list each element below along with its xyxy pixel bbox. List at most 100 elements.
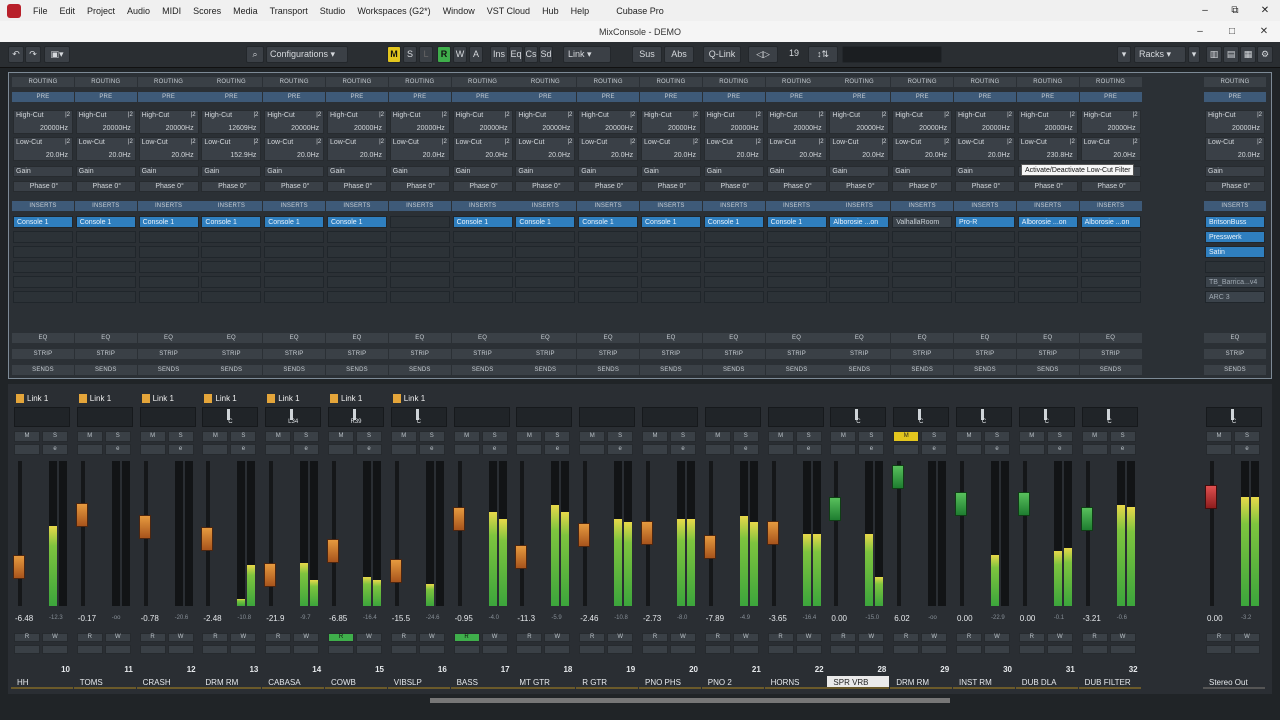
- minimize-icon[interactable]: –: [1190, 0, 1220, 21]
- phase-cell[interactable]: Phase 0°: [13, 181, 73, 192]
- volume-value[interactable]: 0.00: [1020, 614, 1050, 623]
- eq-header[interactable]: EQ: [200, 333, 263, 343]
- volume-value[interactable]: 0.00: [831, 614, 861, 623]
- volume-fader[interactable]: [578, 523, 591, 548]
- record-icon[interactable]: [544, 645, 571, 654]
- monitor-icon[interactable]: [893, 645, 920, 654]
- routing-header[interactable]: ROUTING: [954, 77, 1016, 87]
- sends-header[interactable]: SENDS: [74, 365, 137, 375]
- pre-header[interactable]: PRE: [200, 92, 263, 102]
- bypass-inserts-button[interactable]: Ins: [490, 46, 508, 63]
- channel-width-icon[interactable]: ↕⇅: [808, 46, 838, 63]
- mute-button[interactable]: M: [453, 431, 480, 442]
- volume-value[interactable]: -3.21: [1083, 614, 1113, 623]
- phase-cell[interactable]: Phase 0°: [327, 181, 387, 192]
- read-all-button[interactable]: R: [437, 46, 451, 63]
- monitor-icon[interactable]: [516, 645, 543, 654]
- highcut-toggle-icon[interactable]: |2: [442, 111, 447, 120]
- racks-dropdown[interactable]: Racks ▾: [1134, 46, 1186, 63]
- insert-slot[interactable]: [578, 231, 639, 243]
- solo-button[interactable]: S: [984, 431, 1010, 442]
- record-icon[interactable]: [104, 645, 131, 654]
- volume-value[interactable]: -7.89: [706, 614, 736, 623]
- pan-control[interactable]: [767, 407, 824, 427]
- volume-value[interactable]: 0.00: [957, 614, 987, 623]
- sends-header[interactable]: SENDS: [451, 365, 514, 375]
- pre-header[interactable]: PRE: [388, 92, 451, 102]
- channel-name[interactable]: BASS: [450, 676, 513, 689]
- phase-cell[interactable]: Phase 0°: [1017, 181, 1078, 192]
- solo-button[interactable]: S: [42, 431, 68, 442]
- insert-slot[interactable]: [641, 291, 701, 303]
- write-button[interactable]: W: [356, 633, 382, 642]
- highcut-cell[interactable]: High-Cut |2 20000Hz: [389, 110, 450, 134]
- solo-button[interactable]: S: [1109, 431, 1136, 442]
- menu-item[interactable]: Help: [565, 6, 596, 16]
- routing-header[interactable]: ROUTING: [1016, 77, 1079, 87]
- record-icon[interactable]: [921, 645, 948, 654]
- gain-cell[interactable]: Gain: [641, 166, 701, 177]
- channel-name[interactable]: INST RM: [953, 676, 1015, 689]
- insert-slot[interactable]: [703, 261, 764, 273]
- lowcut-cell[interactable]: Low-Cut |2 20.0Hz: [13, 137, 73, 161]
- lowcut-toggle-icon[interactable]: |2: [128, 138, 133, 147]
- write-button[interactable]: W: [607, 633, 634, 642]
- insert-slot[interactable]: [327, 246, 387, 258]
- menu-item[interactable]: Project: [81, 6, 121, 16]
- phase-cell[interactable]: Phase 0°: [641, 181, 701, 192]
- monitor-icon[interactable]: [579, 645, 606, 654]
- mute-button[interactable]: M: [767, 431, 794, 442]
- insert-slot[interactable]: [138, 246, 199, 258]
- solo-button[interactable]: S: [732, 431, 759, 442]
- inserts-header[interactable]: INSERTS: [137, 201, 200, 211]
- phase-cell[interactable]: Phase 0°: [264, 181, 325, 192]
- edit-button[interactable]: e: [984, 444, 1010, 455]
- channel-name[interactable]: VIBSLP: [387, 676, 450, 689]
- eq-header[interactable]: EQ: [1016, 333, 1079, 343]
- insert-slot[interactable]: [327, 291, 387, 303]
- insert-slot[interactable]: Alborosie ...on: [1080, 216, 1141, 228]
- read-button[interactable]: R: [1018, 633, 1045, 642]
- lowcut-cell[interactable]: Low-Cut |2 20.0Hz: [578, 137, 639, 161]
- sends-header[interactable]: SENDS: [326, 365, 388, 375]
- insert-slot[interactable]: [1017, 276, 1078, 288]
- highcut-toggle-icon[interactable]: |2: [128, 111, 133, 120]
- insert-slot[interactable]: Alborosie ...on: [1017, 216, 1078, 228]
- routing-header[interactable]: ROUTING: [200, 77, 263, 87]
- insert-slot[interactable]: [389, 276, 450, 288]
- record-icon[interactable]: [795, 645, 822, 654]
- pan-control[interactable]: [579, 407, 636, 427]
- phase-cell[interactable]: Phase 0°: [201, 181, 262, 192]
- pan-control[interactable]: [642, 407, 698, 427]
- solo-button[interactable]: S: [795, 431, 822, 442]
- insert-slot[interactable]: [955, 276, 1015, 288]
- volume-value[interactable]: 6.02: [894, 614, 924, 623]
- insert-slot[interactable]: [1017, 261, 1078, 273]
- inserts-header[interactable]: INSERTS: [1016, 201, 1079, 211]
- routing-header[interactable]: ROUTING: [12, 77, 74, 87]
- highcut-toggle-icon[interactable]: |2: [756, 111, 761, 120]
- solo-button[interactable]: S: [670, 431, 696, 442]
- insert-slot[interactable]: [829, 276, 890, 288]
- pre-header[interactable]: PRE: [1016, 92, 1079, 102]
- listen-icon[interactable]: [767, 444, 794, 455]
- menu-item[interactable]: VST Cloud: [481, 6, 536, 16]
- lowcut-toggle-icon[interactable]: |2: [693, 138, 698, 147]
- solo-button[interactable]: S: [544, 431, 571, 442]
- volume-value[interactable]: -2.73: [643, 614, 673, 623]
- lowcut-cell[interactable]: Low-Cut |2 20.0Hz: [515, 137, 576, 161]
- sends-header[interactable]: SENDS: [954, 365, 1016, 375]
- sends-header[interactable]: SENDS: [828, 365, 891, 375]
- gain-cell[interactable]: Gain: [703, 166, 764, 177]
- highcut-cell[interactable]: High-Cut |2 12609Hz: [201, 110, 262, 134]
- edit-button[interactable]: e: [607, 444, 634, 455]
- volume-fader[interactable]: [1205, 485, 1217, 509]
- inserts-header[interactable]: INSERTS: [388, 201, 451, 211]
- monitor-icon[interactable]: [642, 645, 668, 654]
- gain-cell[interactable]: Gain: [452, 166, 513, 177]
- monitor-icon[interactable]: [76, 645, 103, 654]
- routing-header[interactable]: ROUTING: [828, 77, 891, 87]
- pre-header[interactable]: PRE: [74, 92, 137, 102]
- insert-slot[interactable]: [1080, 246, 1141, 258]
- insert-slot[interactable]: [892, 276, 953, 288]
